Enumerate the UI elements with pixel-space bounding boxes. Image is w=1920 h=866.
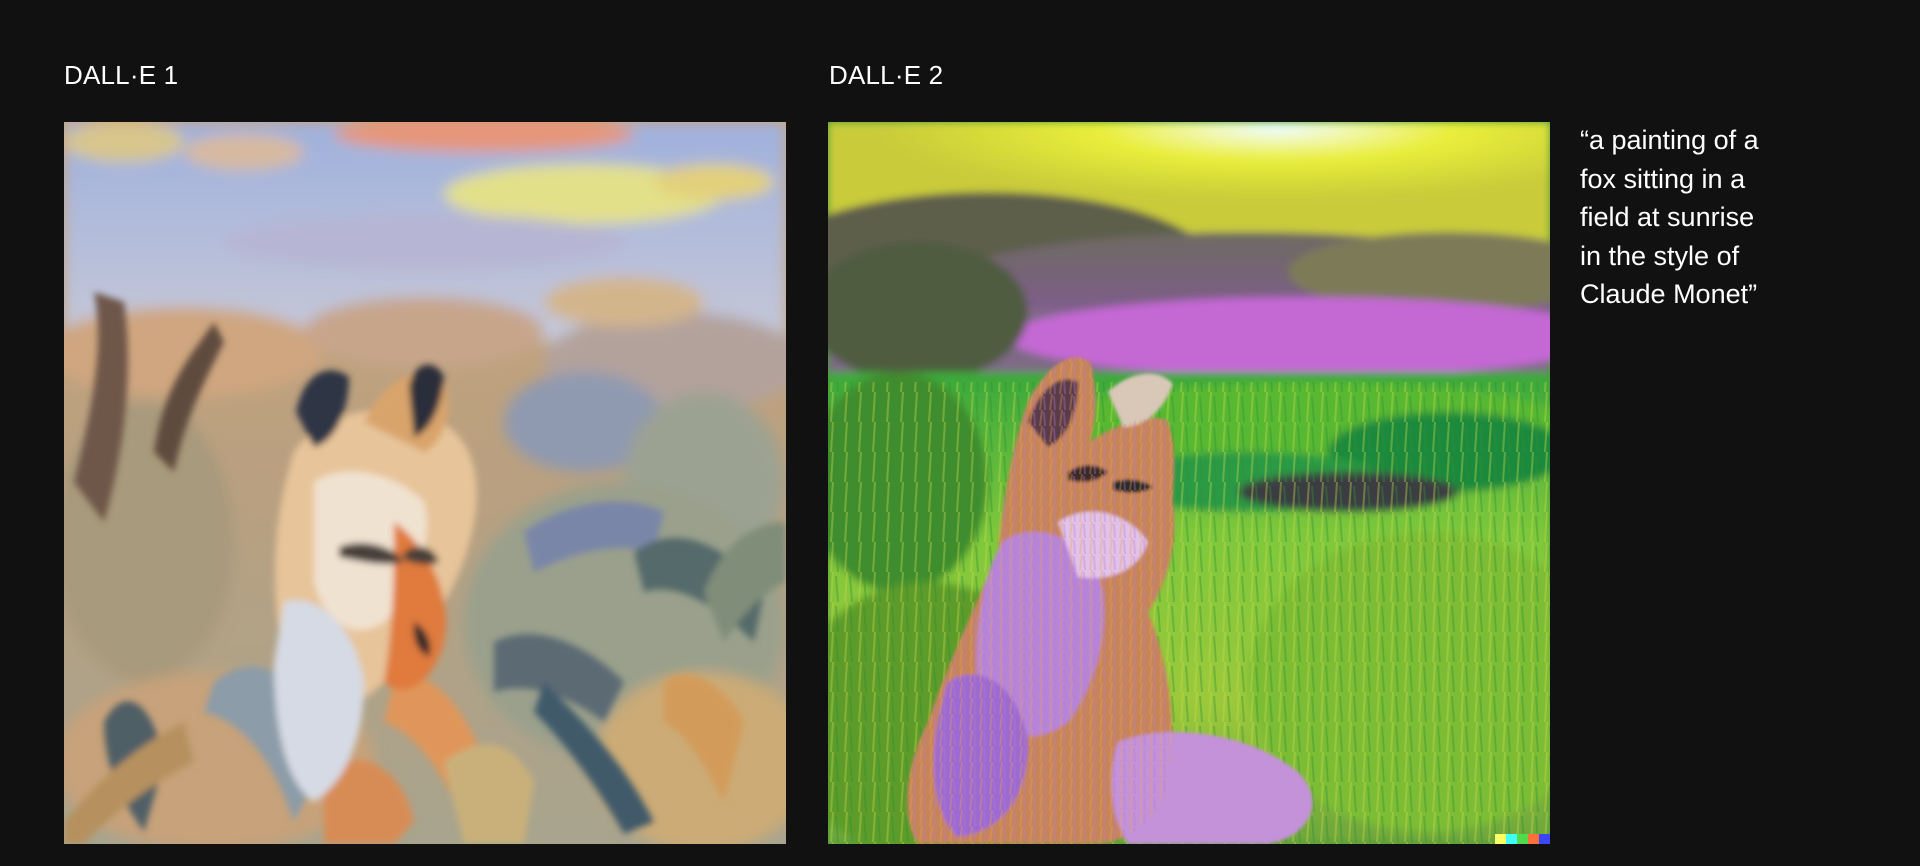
watermark-swatch (1495, 834, 1506, 844)
dalle2-label: DALL·E 2 (829, 60, 944, 90)
fox-painting-dalle1-icon (64, 122, 786, 844)
dalle1-fox-image (64, 122, 786, 844)
prompt-caption: “a painting of a fox sitting in a field … (1580, 125, 1759, 309)
watermark-swatch (1539, 834, 1550, 844)
dalle-watermark (1495, 834, 1550, 844)
comparison-page: DALL·E 1 DALL·E 2 “a painting of a fox s… (0, 0, 1920, 866)
watermark-swatch (1506, 834, 1517, 844)
fox-painting-dalle2-icon (828, 122, 1550, 844)
dalle2-fox-image (828, 122, 1550, 844)
watermark-swatch (1517, 834, 1528, 844)
dalle1-label: DALL·E 1 (64, 60, 179, 90)
watermark-swatch (1528, 834, 1539, 844)
